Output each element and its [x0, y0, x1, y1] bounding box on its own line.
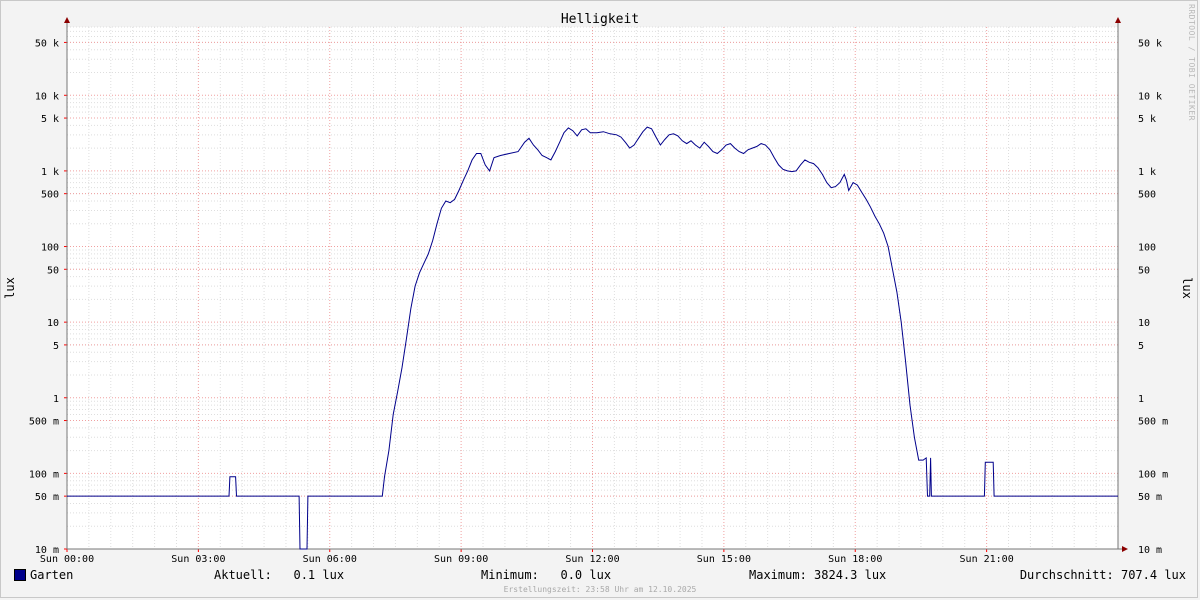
y-tick-label-left: 1 k	[41, 167, 59, 178]
y-axis-label-right: lux	[1180, 277, 1194, 299]
y-tick-label-left: 10 m	[35, 545, 59, 556]
y-tick-label-right: 50 m	[1138, 492, 1162, 503]
chart-title: Helligkeit	[561, 12, 639, 27]
x-tick-label: Sun 06:00	[303, 554, 357, 565]
brightness-chart: Helligkeit lux lux Sun 00:00 Sun 03:00 Sun…	[3, 12, 1194, 565]
x-tick-label: Sun 12:00	[565, 554, 619, 565]
y-tick-label-right: 50	[1138, 265, 1150, 276]
y-tick-label-left: 10 k	[35, 91, 59, 102]
y-tick-label-left: 500 m	[29, 417, 59, 428]
x-tick-label: Sun 03:00	[171, 554, 225, 565]
y-tick-label-right: 1	[1138, 394, 1144, 405]
legend-current: Aktuell: 0.1 lux	[214, 568, 345, 582]
y-tick-label-right: 500 m	[1138, 417, 1168, 428]
y-tick-label-left: 5 k	[41, 114, 59, 125]
x-tick-label: Sun 21:00	[960, 554, 1014, 565]
legend-minimum: Minimum: 0.0 lux	[481, 568, 612, 582]
x-tick-label: Sun 18:00	[828, 554, 882, 565]
y-tick-label-left: 5	[53, 341, 59, 352]
y-tick-label-left: 50 k	[35, 38, 59, 49]
y-tick-label-left: 10	[47, 318, 59, 329]
x-tick-label: Sun 09:00	[434, 554, 488, 565]
watermark: RRDTOOL / TOBI OETIKER	[1187, 4, 1196, 121]
y-tick-label-right: 10 m	[1138, 545, 1162, 556]
y-tick-label-right: 500	[1138, 190, 1156, 201]
y-tick-label-right: 5	[1138, 341, 1144, 352]
y-axis-arrow-right	[1115, 17, 1121, 23]
y-tick-label-right: 50 k	[1138, 38, 1162, 49]
y-tick-label-right: 10 k	[1138, 91, 1162, 102]
y-tick-label-left: 100 m	[29, 469, 59, 480]
footer-timestamp: Erstellungszeit: 23:58 Uhr am 12.10.2025	[503, 585, 697, 594]
y-tick-label-left: 1	[53, 394, 59, 405]
legend-series-name: Garten	[30, 568, 74, 582]
y-axis-arrow-left	[64, 17, 70, 23]
legend: Garten Aktuell: 0.1 lux Minimum: 0.0 lux…	[14, 568, 1186, 584]
x-tick-label: Sun 15:00	[697, 554, 751, 565]
x-axis-arrow	[1122, 546, 1128, 552]
y-tick-label-right: 100	[1138, 243, 1156, 254]
y-tick-label-left: 100	[41, 243, 59, 254]
y-tick-label-right: 5 k	[1138, 114, 1156, 125]
y-tick-label-right: 100 m	[1138, 469, 1168, 480]
y-tick-label-left: 50	[47, 265, 59, 276]
y-axis-label-left: lux	[3, 277, 17, 299]
legend-maximum: Maximum: 3824.3 lux	[749, 568, 887, 582]
y-tick-label-left: 500	[41, 190, 59, 201]
y-tick-label-right: 1 k	[1138, 167, 1156, 178]
legend-average: Durchschnitt: 707.4 lux	[1019, 568, 1186, 582]
legend-swatch	[14, 569, 26, 581]
y-tick-label-right: 10	[1138, 318, 1150, 329]
y-tick-label-left: 50 m	[35, 492, 59, 503]
